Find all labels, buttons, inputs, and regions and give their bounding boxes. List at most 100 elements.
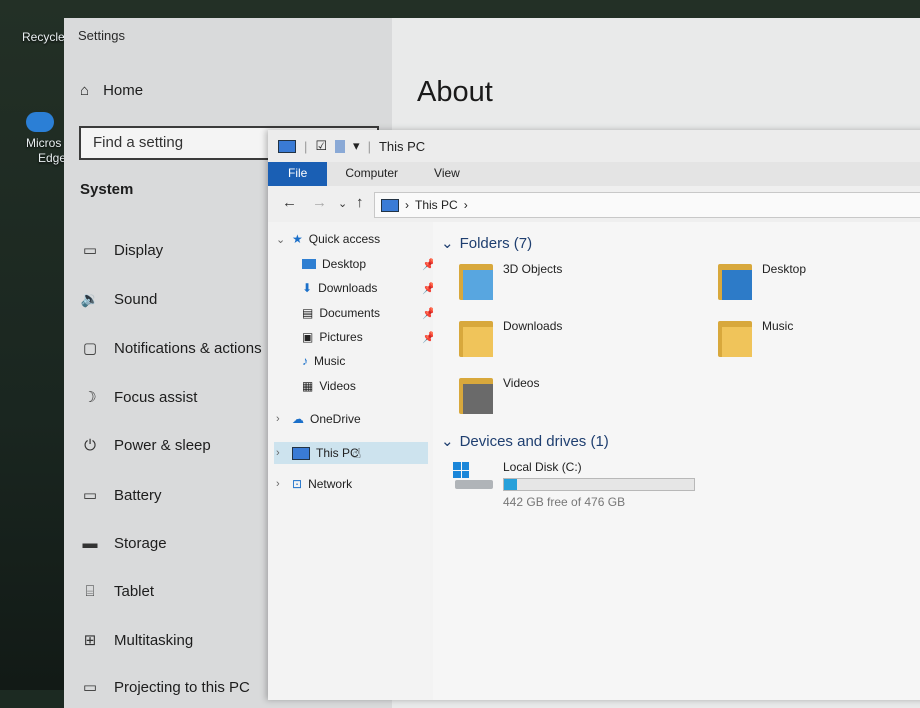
group-header-label: Folders (7): [459, 234, 533, 252]
videos-icon: ▦: [302, 379, 314, 393]
home-label: Home: [103, 82, 144, 99]
nav-label: Music: [314, 354, 346, 368]
forward-arrow-icon[interactable]: →: [312, 194, 327, 211]
nav-quick-videos[interactable]: ▦ Videos: [302, 379, 356, 393]
tab-file[interactable]: File: [268, 162, 328, 186]
recycle-bin-label: Recycle: [22, 30, 65, 44]
music-icon: ♪: [302, 354, 308, 368]
battery-icon: ▭: [82, 487, 98, 504]
folder-icon: [459, 374, 495, 416]
nav-quick-documents[interactable]: ▤ Documents 📌: [302, 306, 436, 320]
nav-quick-music[interactable]: ♪ Music: [302, 354, 345, 368]
search-placeholder: Find a setting: [93, 134, 184, 151]
separator: |: [304, 138, 308, 154]
nav-item-storage[interactable]: ▬ Storage: [80, 535, 167, 552]
folder-3d-objects[interactable]: 3D Objects: [459, 260, 562, 302]
chevron-right-icon: ›: [405, 198, 409, 212]
nav-label: Desktop: [322, 257, 367, 271]
nav-label: Power & sleep: [114, 437, 211, 454]
separator: |: [367, 138, 371, 154]
drive-usage-bar: [503, 478, 695, 491]
settings-title: Settings: [78, 28, 125, 43]
nav-label: Notifications & actions: [114, 339, 262, 357]
folders-group-header[interactable]: ⌄ Folders (7): [441, 234, 533, 253]
folder-music[interactable]: Music: [718, 317, 793, 359]
nav-label: Focus assist: [114, 388, 198, 406]
nav-onedrive[interactable]: › ☁ OneDrive: [276, 412, 361, 426]
drive-local-disk-c[interactable]: Local Disk (C:) 442 GB free of 476 GB: [453, 458, 695, 509]
folder-desktop[interactable]: Desktop: [718, 260, 806, 302]
recycle-bin-shortcut[interactable]: Recycle: [22, 30, 65, 45]
new-folder-icon[interactable]: [335, 139, 346, 153]
tab-computer[interactable]: Computer: [327, 162, 416, 186]
nav-quick-pictures[interactable]: ▣ Pictures 📌: [302, 330, 436, 344]
devices-group-header[interactable]: ⌄ Devices and drives (1): [441, 432, 609, 451]
nav-label: Sound: [114, 290, 158, 308]
explorer-title: This PC: [378, 138, 426, 154]
nav-network[interactable]: › ⊡ Network: [276, 477, 352, 491]
group-header-label: Devices and drives (1): [459, 432, 609, 450]
home-link[interactable]: ⌂ Home: [80, 82, 143, 99]
folder-icon: [718, 317, 754, 359]
recent-locations-icon[interactable]: ⌄: [338, 197, 347, 210]
drive-icon: [453, 462, 495, 492]
pictures-icon: ▣: [302, 330, 314, 344]
edge-label-line2: Edge: [38, 151, 67, 165]
computer-icon: [381, 198, 399, 212]
nav-label: OneDrive: [310, 412, 361, 426]
nav-item-notifications[interactable]: ▢ Notifications & actions: [80, 339, 262, 358]
chevron-right-icon: ›: [276, 478, 280, 490]
home-icon: ⌂: [80, 82, 90, 99]
power-icon: ⏻: [84, 437, 96, 454]
drive-usage-fill: [504, 479, 518, 490]
nav-label: Multitasking: [114, 631, 194, 649]
nav-label: Projecting to this PC: [114, 678, 250, 696]
nav-label: Pictures: [319, 330, 363, 344]
chevron-down-icon: ⌄: [441, 433, 454, 450]
back-arrow-icon[interactable]: ←: [282, 194, 297, 211]
folder-icon: [459, 260, 495, 302]
nav-quick-desktop[interactable]: Desktop 📌: [302, 257, 436, 271]
folder-icon: [459, 317, 495, 359]
folder-label: Downloads: [503, 319, 563, 333]
navigation-pane: ⌄ ★ Quick access Desktop 📌 ⬇ Downloads 📌…: [268, 222, 436, 700]
nav-item-focus-assist[interactable]: ☽ Focus assist: [80, 388, 198, 407]
nav-item-sound[interactable]: 🔉 Sound: [80, 290, 158, 309]
nav-item-tablet[interactable]: ⌸ Tablet: [80, 583, 154, 600]
customize-toolbar-icon[interactable]: ▾: [353, 138, 360, 154]
address-bar[interactable]: › This PC ›: [374, 192, 920, 218]
nav-label: Battery: [114, 486, 162, 504]
up-arrow-icon[interactable]: ↑: [356, 194, 364, 211]
page-title: About: [417, 76, 493, 108]
chevron-right-icon: ›: [276, 447, 280, 459]
tab-view[interactable]: View: [416, 162, 478, 186]
tablet-icon: ⌸: [85, 583, 95, 600]
nav-label: Quick access: [308, 232, 381, 246]
nav-quick-downloads[interactable]: ⬇ Downloads 📌: [302, 281, 436, 295]
breadcrumb-this-pc[interactable]: This PC: [415, 198, 458, 212]
nav-label: Network: [308, 477, 353, 491]
nav-label: Downloads: [318, 281, 378, 295]
properties-icon[interactable]: ☑: [315, 138, 327, 154]
folder-icon: [718, 260, 754, 302]
cloud-icon: ☁: [292, 412, 304, 426]
nav-label: Storage: [114, 535, 167, 552]
notifications-icon: ▢: [82, 340, 98, 357]
display-icon: ▭: [82, 242, 98, 259]
nav-item-display[interactable]: ▭ Display: [80, 241, 164, 260]
folder-downloads[interactable]: Downloads: [459, 317, 562, 359]
folder-label: 3D Objects: [503, 262, 563, 276]
edge-shortcut[interactable]: Micros Edge: [26, 112, 66, 166]
computer-icon: [292, 446, 310, 460]
ribbon-tabs: File Computer View: [268, 162, 920, 186]
nav-item-power[interactable]: ⏻ Power & sleep: [80, 437, 211, 454]
nav-quick-access[interactable]: ⌄ ★ Quick access: [276, 232, 380, 246]
folder-videos[interactable]: Videos: [459, 374, 539, 416]
download-icon: ⬇: [302, 281, 313, 295]
nav-label: Display: [114, 241, 164, 259]
nav-item-multitasking[interactable]: ⊞ Multitasking: [80, 631, 194, 650]
nav-this-pc[interactable]: › This PC ☝: [274, 442, 428, 464]
nav-item-projecting[interactable]: ▭ Projecting to this PC: [80, 678, 250, 697]
nav-item-battery[interactable]: ▭ Battery: [80, 486, 162, 505]
explorer-window: | ☑ ▾ | This PC File Computer View ← → ⌄…: [268, 130, 920, 700]
